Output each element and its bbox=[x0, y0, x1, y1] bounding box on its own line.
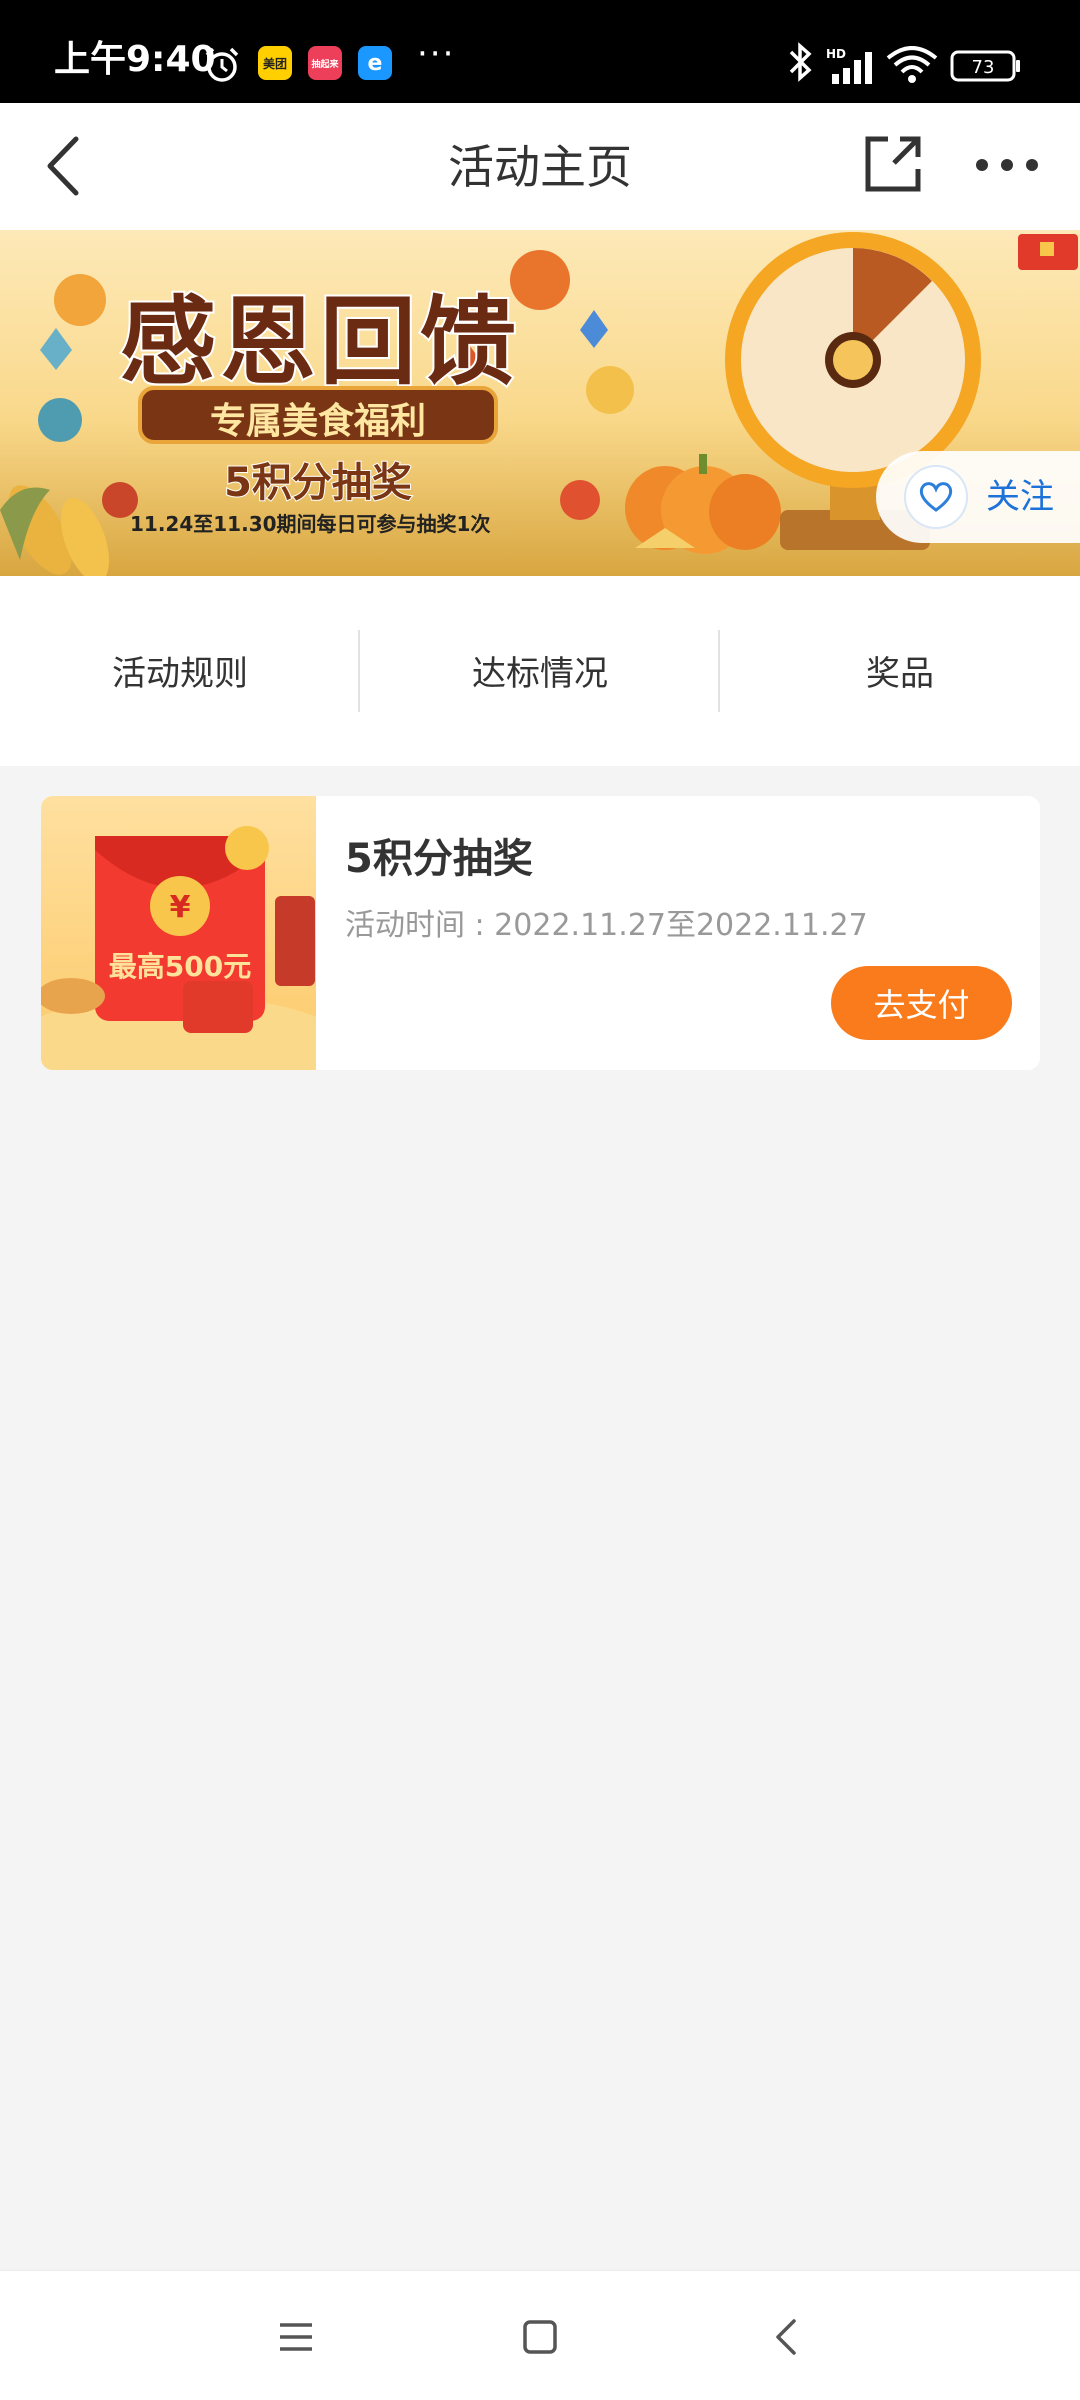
network-type-label: HD bbox=[826, 47, 846, 61]
back-nav-icon[interactable] bbox=[764, 2313, 812, 2361]
corn-illustration bbox=[0, 485, 110, 576]
battery-icon: 73 bbox=[950, 50, 1022, 82]
app-icon-2: 抽起来 bbox=[308, 46, 342, 80]
status-bar: 上午9:40 美团 抽起来 e ··· HD 73 bbox=[0, 0, 1080, 103]
share-button[interactable] bbox=[862, 133, 924, 195]
follow-label: 关注 bbox=[986, 477, 1054, 517]
heart-icon bbox=[904, 465, 968, 529]
system-navigation-bar bbox=[0, 2270, 1080, 2400]
banner-date-note: 11.24至11.30期间每日可参与抽奖1次 bbox=[130, 512, 491, 536]
tab-activity-rules[interactable]: 活动规则 bbox=[0, 630, 360, 710]
status-time: 上午9:40 bbox=[54, 39, 216, 80]
home-icon[interactable] bbox=[516, 2313, 564, 2361]
activity-thumbnail: ¥ 最高500元 bbox=[41, 796, 316, 1070]
eleme-app-icon: e bbox=[358, 46, 392, 80]
more-notifications-icon: ··· bbox=[417, 34, 456, 74]
tab-bar: 活动规则 达标情况 奖品 bbox=[0, 576, 1080, 766]
banner-title: 感恩回馈 bbox=[118, 283, 520, 400]
meituan-app-icon: 美团 bbox=[258, 46, 292, 80]
tab-progress-status[interactable]: 达标情况 bbox=[360, 630, 720, 710]
title-bar: 活动主页 bbox=[0, 103, 1080, 230]
more-menu-button[interactable] bbox=[974, 143, 1040, 187]
battery-level: 73 bbox=[972, 57, 995, 78]
banner-subtitle: 专属美食福利 bbox=[209, 401, 426, 442]
activity-card[interactable]: ¥ 最高500元 5积分抽奖 活动时间 : 2022.11.27至2022.11… bbox=[41, 796, 1040, 1070]
wifi-icon bbox=[886, 46, 938, 83]
banner-subtitle-2: 5积分抽奖 bbox=[223, 459, 413, 507]
pay-button[interactable]: 去支付 bbox=[831, 966, 1012, 1040]
red-packet-decoration bbox=[1018, 234, 1078, 270]
tab-prizes[interactable]: 奖品 bbox=[720, 630, 1080, 710]
follow-button[interactable]: 关注 bbox=[876, 451, 1080, 543]
activity-title: 5积分抽奖 bbox=[345, 836, 533, 882]
menu-icon[interactable] bbox=[272, 2313, 320, 2361]
bluetooth-icon bbox=[789, 42, 812, 82]
alarm-icon bbox=[205, 47, 239, 82]
thumbnail-prize-text: 最高500元 bbox=[109, 950, 251, 983]
signal-icon: HD bbox=[826, 47, 872, 84]
svg-text:¥: ¥ bbox=[170, 890, 191, 925]
activity-time: 活动时间 : 2022.11.27至2022.11.27 bbox=[345, 908, 868, 943]
